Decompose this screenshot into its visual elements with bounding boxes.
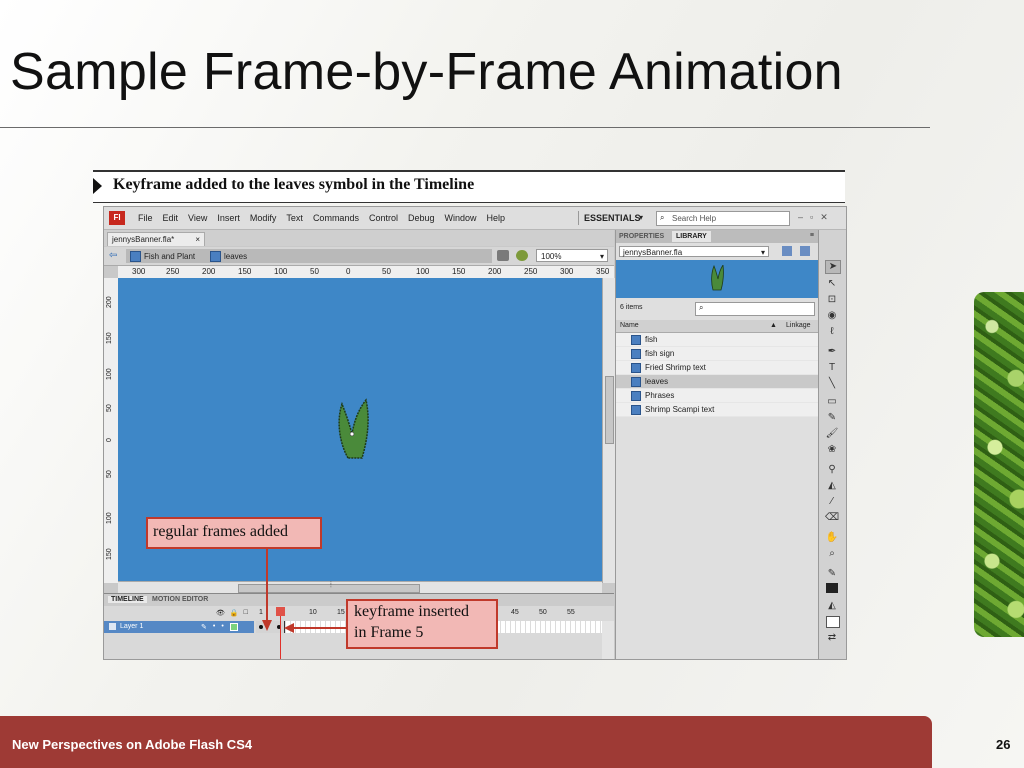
callout-regular-frames-text: regular frames added (153, 523, 289, 540)
footer-text: New Perspectives on Adobe Flash CS4 (12, 737, 253, 752)
page-number: 26 (996, 737, 1011, 752)
slide-footer: New Perspectives on Adobe Flash CS4 (0, 716, 932, 768)
callout-leaders (262, 545, 346, 633)
callout-regular-frames: regular frames added (146, 517, 322, 549)
callout-keyframe: keyframe inserted in Frame 5 (346, 599, 498, 649)
leader-arrowhead-icon (284, 623, 294, 633)
callout-keyframe-line1: keyframe inserted (354, 603, 470, 620)
leader-arrowhead-icon (262, 620, 272, 631)
callout-keyframe-line2: in Frame 5 (354, 624, 424, 641)
